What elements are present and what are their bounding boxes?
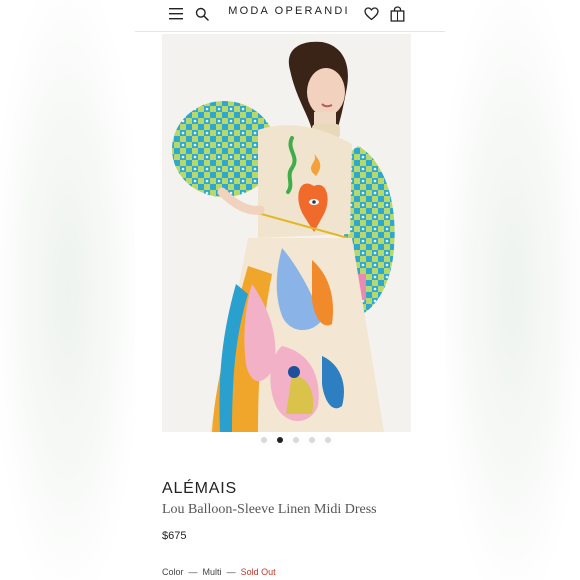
carousel-dot-4[interactable] [309, 437, 315, 443]
image-carousel-dots [135, 437, 445, 447]
top-navigation-bar: MODA OPERANDI [135, 0, 445, 32]
carousel-dot-2[interactable] [277, 437, 283, 443]
carousel-dot-5[interactable] [325, 437, 331, 443]
heart-icon [363, 7, 379, 21]
separator: — [226, 567, 236, 577]
wishlist-button[interactable] [360, 3, 382, 25]
product-image[interactable] [162, 34, 411, 432]
menu-button[interactable] [165, 3, 187, 25]
color-value: Multi [202, 567, 222, 577]
brand-logo[interactable]: MODA OPERANDI [225, 5, 353, 17]
stock-status: Sold Out [240, 567, 276, 577]
separator: — [188, 567, 198, 577]
right-background-blur [445, 0, 580, 580]
search-button[interactable] [191, 3, 213, 25]
search-icon [195, 7, 209, 21]
designer-name[interactable]: ALÉMAIS [162, 480, 237, 498]
product-page: MODA OPERANDI ALÉMAIS Lou Balloon-Sleeve… [135, 0, 445, 580]
product-name: Lou Balloon-Sleeve Linen Midi Dress [162, 502, 377, 517]
shopping-bag-button[interactable] [386, 3, 408, 25]
menu-icon [169, 8, 183, 20]
product-price: $675 [162, 530, 187, 542]
carousel-dot-3[interactable] [293, 437, 299, 443]
color-label: Color [162, 567, 184, 577]
color-selector[interactable]: Color — Multi — Sold Out [162, 567, 276, 577]
model-photo [162, 34, 411, 432]
carousel-dot-1[interactable] [261, 437, 267, 443]
shopping-bag-icon [390, 6, 404, 22]
left-background-blur [0, 0, 135, 580]
